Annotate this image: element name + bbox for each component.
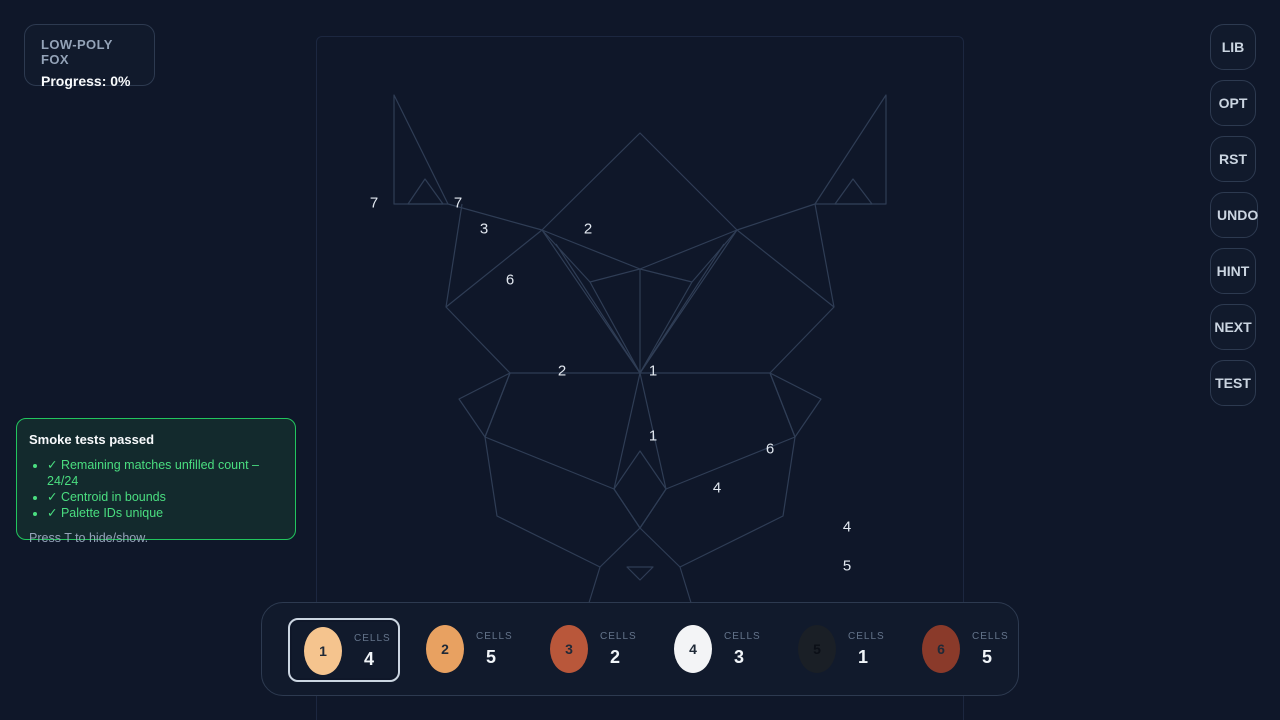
palette-swatch-6[interactable]: 6 CELLS 5 [908, 618, 1018, 682]
swatch-chip: 3 [550, 625, 588, 673]
cell-number[interactable]: 2 [584, 221, 592, 238]
options-button[interactable]: OPT [1210, 80, 1256, 126]
cell-edge [639, 372, 796, 568]
swatch-chip: 5 [798, 625, 836, 673]
cell-edge [445, 203, 511, 374]
palette-swatch-1[interactable]: 1 CELLS 4 [288, 618, 400, 682]
swatch-chip: 1 [304, 627, 342, 675]
cell [814, 94, 887, 205]
cell-number[interactable]: 7 [370, 195, 378, 212]
cell-number[interactable]: 1 [649, 428, 657, 445]
cell-edge [589, 281, 641, 374]
cell-number[interactable]: 3 [480, 221, 488, 238]
swatch-chip: 4 [674, 625, 712, 673]
swatch-chip: 2 [426, 625, 464, 673]
cells-count: 2 [610, 647, 621, 667]
cell [541, 132, 738, 270]
cell-edge [736, 203, 816, 231]
cell-edge [445, 229, 543, 308]
palette-swatch-3[interactable]: 3 CELLS 2 [536, 618, 648, 682]
cells-label: CELLS [600, 631, 637, 642]
game-stage: 7 7 3 2 6 2 1 1 6 4 4 5 6 LOW-POLY FOX P… [0, 0, 1280, 720]
next-button[interactable]: NEXT [1210, 304, 1256, 350]
cell [613, 450, 667, 529]
cells-label: CELLS [972, 631, 1009, 642]
cell [458, 372, 511, 438]
reset-button[interactable]: RST [1210, 136, 1256, 182]
cells-count: 5 [982, 647, 993, 667]
cell-number[interactable]: 6 [766, 441, 774, 458]
cell-number[interactable]: 1 [649, 363, 657, 380]
test-result-item: ✓ Remaining matches unfilled count – 24/… [47, 457, 283, 489]
puzzle-info-card: LOW-POLY FOX Progress: 0% [24, 24, 155, 89]
cells-count: 4 [364, 649, 375, 669]
cell-number[interactable]: 5 [843, 558, 851, 575]
cells-count: 1 [858, 647, 869, 667]
cell [769, 372, 822, 438]
test-results-list: ✓ Remaining matches unfilled count – 24/… [29, 457, 283, 521]
cell-edge [484, 372, 641, 568]
library-button[interactable]: LIB [1210, 24, 1256, 70]
cell [626, 566, 654, 581]
cell [393, 94, 449, 205]
hint-button[interactable]: HINT [1210, 248, 1256, 294]
cell [834, 178, 873, 205]
cell-number[interactable]: 4 [713, 480, 721, 497]
cell-number[interactable]: 6 [506, 272, 514, 289]
test-panel-hint: Press T to hide/show. [29, 531, 149, 545]
cell-edge [736, 229, 835, 308]
palette-swatch-2[interactable]: 2 CELLS 5 [412, 618, 524, 682]
cell-number[interactable]: 7 [454, 195, 462, 212]
undo-button[interactable]: UNDO [1210, 192, 1258, 238]
test-result-item: ✓ Centroid in bounds [47, 489, 283, 505]
color-palette: 1 CELLS 4 2 CELLS 5 3 CELLS 2 4 CELLS 3 … [261, 602, 1019, 696]
cells-label: CELLS [724, 631, 761, 642]
cells-label: CELLS [354, 633, 391, 644]
palette-swatch-5[interactable]: 5 CELLS 1 [784, 618, 896, 682]
progress-label: Progress: 0% [41, 73, 131, 89]
cell-edge [769, 203, 835, 374]
test-panel-title: Smoke tests passed [29, 432, 155, 447]
swatch-chip: 6 [922, 625, 960, 673]
cell-edge [613, 372, 641, 490]
cells-count: 3 [734, 647, 745, 667]
smoke-test-panel: Smoke tests passed ✓ Remaining matches u… [16, 418, 296, 545]
cells-count: 5 [486, 647, 497, 667]
test-button[interactable]: TEST [1210, 360, 1256, 406]
cell-edge [639, 281, 693, 374]
cells-label: CELLS [476, 631, 513, 642]
test-result-item: ✓ Palette IDs unique [47, 505, 283, 521]
palette-swatch-4[interactable]: 4 CELLS 3 [660, 618, 772, 682]
cells-label: CELLS [848, 631, 885, 642]
cell-number[interactable]: 2 [558, 363, 566, 380]
puzzle-title: LOW-POLY FOX [41, 37, 113, 67]
cell-number[interactable]: 4 [843, 519, 851, 536]
